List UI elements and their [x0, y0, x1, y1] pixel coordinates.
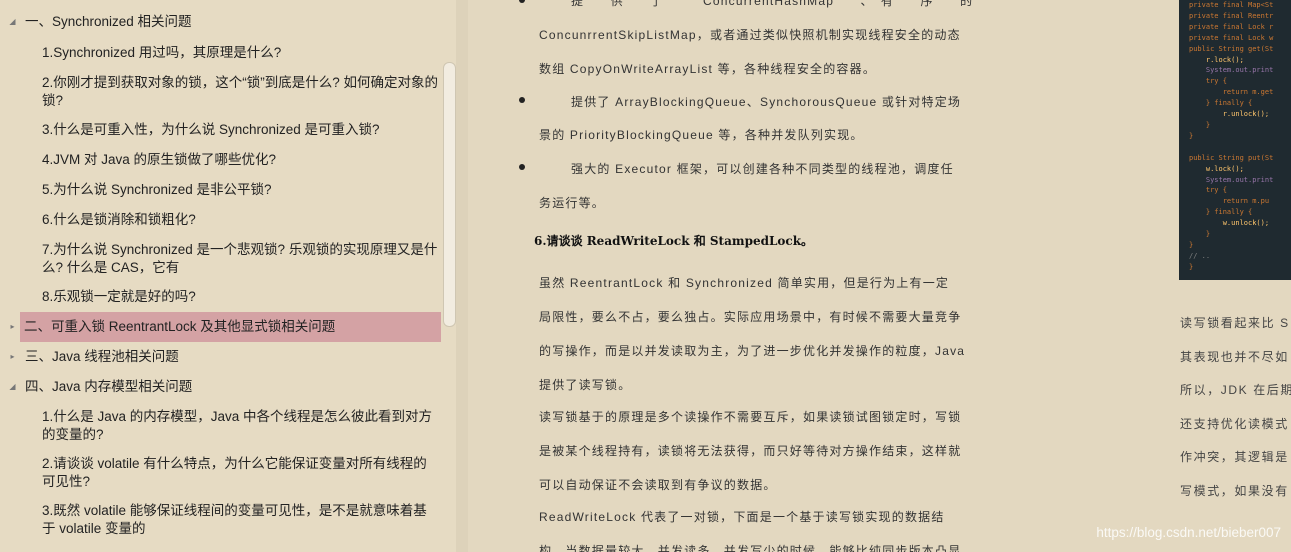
- code-line: return m.pu: [1189, 197, 1270, 206]
- document-page: 提 供 了 ConcurrentHashMap 、 有 序 的 Concunrr…: [468, 0, 1040, 552]
- text-line: 写模式，如果没有: [1180, 484, 1289, 498]
- code-line: try {: [1189, 186, 1227, 195]
- code-line: public String get(St: [1189, 44, 1274, 53]
- caret-right-icon[interactable]: ▸: [0, 318, 25, 336]
- code-line: }: [1189, 230, 1211, 239]
- text-line: 强大的 Executor 框架，可以创建各种不同类型的线程池，调度任: [571, 162, 954, 176]
- bullet-dot: [519, 164, 525, 170]
- code-line: }: [1189, 240, 1194, 249]
- caret-down-icon[interactable]: ◢: [0, 13, 25, 31]
- toc-item[interactable]: 3.什么是可重入性，为什么说 Synchronized 是可重入锁?: [42, 121, 440, 139]
- text-line: 数组 CopyOnWriteArrayList 等，各种线程安全的容器。: [539, 62, 877, 76]
- text-line: 务运行等。: [539, 196, 606, 210]
- panel-divider[interactable]: [456, 0, 468, 552]
- text-line: 提供了 ArrayBlockingQueue、SynchorousQueue 或…: [571, 95, 962, 109]
- toc-section-3[interactable]: ▸ 三、Java 线程池相关问题: [0, 342, 441, 372]
- bullet-dot: [519, 97, 525, 103]
- code-line: w.unlock();: [1189, 219, 1270, 228]
- bullet-dot: [519, 0, 525, 3]
- code-line: public String put(St: [1189, 153, 1274, 162]
- section-heading: 6.请谈谈 ReadWriteLock 和 StampedLock。: [534, 234, 814, 248]
- text-line: 是被某个线程持有，读锁将无法获得，而只好等待对方操作结束，这样就: [539, 444, 962, 458]
- next-page-column: private final Map<St private final Reentr…: [1040, 0, 1291, 552]
- text-line: 读写锁看起来比 S: [1180, 316, 1290, 330]
- text-line: ConcunrrentSkipListMap，或者通过类似快照机制实现线程安全的…: [539, 28, 961, 42]
- watermark-url: https://blog.csdn.net/bieber007: [1096, 525, 1281, 540]
- text-line: 提供了读写锁。: [539, 378, 632, 392]
- code-line: } finally {: [1189, 99, 1253, 108]
- code-line: private final Reentr: [1189, 11, 1274, 20]
- toc-item[interactable]: 6.什么是锁消除和锁粗化?: [42, 211, 440, 229]
- code-line: }: [1189, 131, 1194, 140]
- text-line: 提 供 了 ConcurrentHashMap 、 有 序 的: [571, 0, 974, 8]
- code-screenshot: private final Map<St private final Reentr…: [1179, 0, 1291, 280]
- code-line: System.out.print: [1189, 66, 1274, 75]
- code-line: private final Lock r: [1189, 22, 1274, 31]
- text-line: 还支持优化读模式: [1180, 417, 1289, 431]
- text-line: 读写锁基于的原理是多个读操作不需要互斥，如果读锁试图锁定时，写锁: [539, 410, 962, 424]
- text-line: 的写操作，而是以并发读取为主，为了进一步优化并发操作的粒度，Java: [539, 344, 966, 358]
- code-line: }: [1189, 262, 1194, 271]
- toc-item[interactable]: 4.JVM 对 Java 的原生锁做了哪些优化?: [42, 151, 440, 169]
- text-line: 构，当数据量较大，并发读多、并发写少的时候，能够比纯同步版本凸显: [539, 544, 962, 552]
- caret-right-icon[interactable]: ▸: [0, 348, 25, 366]
- toc-item[interactable]: 2.请谈谈 volatile 有什么特点，为什么它能保证变量对所有线程的可见性?: [42, 455, 440, 491]
- code-line: r.lock();: [1189, 55, 1244, 64]
- code-line: try {: [1189, 77, 1227, 86]
- outline-panel: ◢ 一、Synchronized 相关问题 1.Synchronized 用过吗…: [0, 0, 456, 552]
- toc-section-label: 二、可重入锁 ReentrantLock 及其他显式锁相关问题: [24, 319, 336, 334]
- toc-section-1[interactable]: ◢ 一、Synchronized 相关问题: [0, 7, 441, 37]
- toc-section-label: 三、Java 线程池相关问题: [25, 349, 179, 364]
- code-line: w.lock();: [1189, 164, 1244, 173]
- toc-item[interactable]: 1.什么是 Java 的内存模型，Java 中各个线程是怎么彼此看到对方的变量的…: [42, 408, 440, 444]
- code-line: // ..: [1189, 251, 1211, 260]
- toc-item[interactable]: 7.为什么说 Synchronized 是一个悲观锁? 乐观锁的实现原理又是什么…: [42, 241, 440, 277]
- text-line: ReadWriteLock 代表了一对锁，下面是一个基于读写锁实现的数据结: [539, 510, 945, 524]
- code-line: return m.get: [1189, 88, 1274, 97]
- toc-item[interactable]: 2.你刚才提到获取对象的锁，这个“锁”到底是什么? 如何确定对象的锁?: [42, 74, 440, 110]
- toc-section-label: 四、Java 内存模型相关问题: [25, 379, 193, 394]
- toc-item[interactable]: 3.既然 volatile 能够保证线程间的变量可见性，是不是就意味着基于 vo…: [42, 502, 440, 538]
- toc-scrollbar-thumb[interactable]: [443, 62, 456, 327]
- caret-down-icon[interactable]: ◢: [0, 378, 25, 396]
- toc-section-label: 一、Synchronized 相关问题: [25, 14, 192, 29]
- code-line: } finally {: [1189, 208, 1253, 217]
- text-line: 局限性，要么不占，要么独占。实际应用场景中，有时候不需要大量竞争: [539, 310, 962, 324]
- text-line: 所以，JDK 在后期: [1180, 383, 1291, 397]
- toc-item[interactable]: 8.乐观锁一定就是好的吗?: [42, 288, 440, 306]
- text-line: 其表现也并不尽如: [1180, 350, 1289, 364]
- code-line: System.out.print: [1189, 175, 1274, 184]
- text-line: 作冲突，其逻辑是: [1180, 450, 1289, 464]
- toc-item[interactable]: 1.Synchronized 用过吗，其原理是什么?: [42, 44, 440, 62]
- text-line: 虽然 ReentrantLock 和 Synchronized 简单实用，但是行…: [539, 276, 950, 290]
- text-line: 可以自动保证不会读取到有争议的数据。: [539, 478, 777, 492]
- text-line: 景的 PriorityBlockingQueue 等，各种并发队列实现。: [539, 128, 864, 142]
- code-line: private final Lock w: [1189, 33, 1274, 42]
- toc-item[interactable]: 5.为什么说 Synchronized 是非公平锁?: [42, 181, 440, 199]
- code-line: private final Map<St: [1189, 1, 1274, 9]
- toc-section-2[interactable]: ▸ 二、可重入锁 ReentrantLock 及其他显式锁相关问题: [10, 312, 441, 342]
- code-line: r.unlock();: [1189, 110, 1270, 119]
- toc-section-4[interactable]: ◢ 四、Java 内存模型相关问题: [0, 372, 441, 402]
- code-line: }: [1189, 120, 1211, 129]
